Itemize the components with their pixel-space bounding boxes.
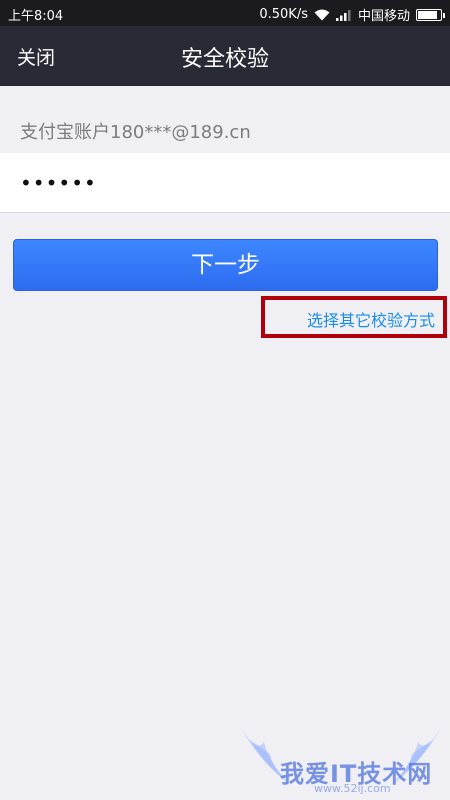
battery-icon	[416, 8, 445, 21]
watermark-url: www.52ij.com	[314, 782, 391, 795]
next-step-button[interactable]: 下一步	[13, 239, 438, 291]
nav-bar: 关闭 安全校验	[0, 26, 450, 86]
watermark: 我爱IT技术网 www.52ij.com	[236, 720, 446, 798]
highlight-box: 选择其它校验方式	[261, 296, 447, 338]
wifi-icon	[314, 9, 330, 20]
status-time: 上午8:04	[8, 9, 64, 24]
page-title: 安全校验	[180, 47, 269, 72]
password-field[interactable]	[18, 167, 422, 199]
wings-logo-icon	[240, 726, 442, 786]
network-speed: 0.50K/s	[259, 7, 308, 22]
password-row	[0, 153, 450, 213]
status-bar: 上午8:04 0.50K/s 中国移动	[0, 0, 450, 26]
battery-level	[418, 10, 437, 19]
status-indicators: 0.50K/s 中国移动	[259, 5, 445, 24]
signal-icon	[335, 9, 351, 21]
watermark-text: 我爱IT技术网	[280, 760, 433, 788]
other-verification-link[interactable]: 选择其它校验方式	[265, 307, 435, 331]
carrier-name: 中国移动	[357, 9, 410, 24]
account-row: 支付宝账户180***@189.cn	[0, 103, 450, 154]
account-label: 支付宝账户180***@189.cn	[20, 122, 251, 143]
